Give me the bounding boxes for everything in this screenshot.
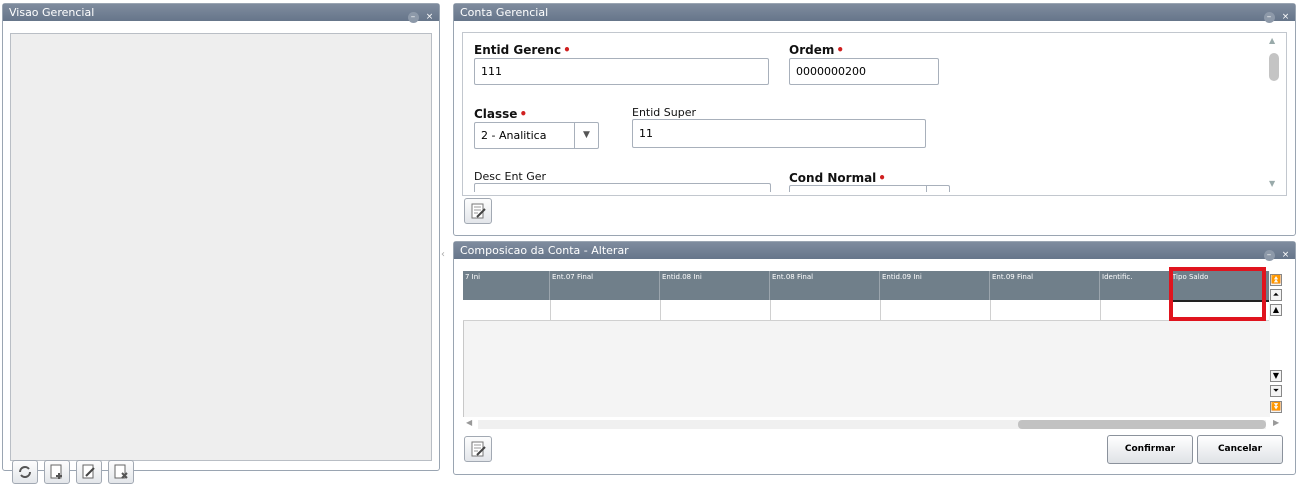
classe-select[interactable]: 2 - Analitica ▼ <box>474 122 599 149</box>
form-scrollbar-thumb[interactable] <box>1269 53 1279 81</box>
hscroll-left-icon[interactable]: ◀ <box>466 418 472 427</box>
chevron-down-icon[interactable]: ▼ <box>574 123 598 148</box>
visao-gerencial-tree-area[interactable] <box>10 33 432 461</box>
col-header-ent09-final[interactable]: Ent.09 Final <box>989 271 1099 300</box>
edit-doc-icon <box>82 464 95 479</box>
refresh-icon <box>19 466 31 478</box>
edit-form-button[interactable] <box>464 198 492 224</box>
col-header-entid09-ini[interactable]: Entid.09 Ini <box>879 271 989 300</box>
col-header-entid08-ini[interactable]: Entid.08 Ini <box>659 271 769 300</box>
ordem-label: Ordem • <box>789 43 845 57</box>
grid-header-row: 7 Ini Ent.07 Final Entid.08 Ini Ent.08 F… <box>463 271 1269 300</box>
visao-gerencial-panel: Visao Gerencial – × <box>2 3 440 471</box>
close-icon[interactable]: × <box>424 12 435 23</box>
grid-cell[interactable] <box>990 300 1100 321</box>
edit-doc-icon <box>471 441 486 457</box>
entid-gerenc-input[interactable]: 111 <box>474 58 769 85</box>
hscroll-right-icon[interactable]: ▶ <box>1273 418 1279 427</box>
delete-doc-icon <box>114 464 128 479</box>
cond-normal-label: Cond Normal • <box>789 171 886 185</box>
conta-gerencial-title: Conta Gerencial <box>460 6 549 19</box>
visao-gerencial-title: Visao Gerencial <box>9 6 95 19</box>
col-header-7-ini[interactable]: 7 Ini <box>463 271 549 300</box>
composicao-title: Composicao da Conta - Alterar <box>460 244 629 257</box>
cond-normal-select[interactable] <box>789 185 950 192</box>
col-header-ent08-final[interactable]: Ent.08 Final <box>769 271 879 300</box>
col-header-identific[interactable]: Identific. <box>1099 271 1169 300</box>
confirm-button[interactable]: Confirmar <box>1107 435 1193 464</box>
close-icon[interactable]: × <box>1280 250 1291 261</box>
minimize-icon[interactable]: – <box>407 12 419 23</box>
edit-doc-icon <box>471 203 486 219</box>
close-icon[interactable]: × <box>1280 12 1291 23</box>
grid-cell[interactable] <box>1100 300 1170 321</box>
scroll-up-icon[interactable]: ▲ <box>1270 304 1282 316</box>
delete-doc-button[interactable] <box>108 460 134 484</box>
hscrollbar-thumb[interactable] <box>1018 420 1266 429</box>
classe-label: Classe • <box>474 107 528 121</box>
grid-cell[interactable] <box>880 300 990 321</box>
classe-value: 2 - Analitica <box>481 129 547 142</box>
add-doc-button[interactable] <box>44 460 70 484</box>
splitter-arrow-icon[interactable]: ‹ <box>441 249 445 260</box>
add-doc-icon <box>50 464 62 479</box>
form-scroll-up-icon[interactable]: ▲ <box>1269 36 1275 45</box>
scroll-page-down-icon[interactable]: ⏷ <box>1270 385 1282 397</box>
entid-super-input[interactable]: 11 <box>632 119 926 148</box>
desc-ent-ger-label: Desc Ent Ger <box>474 170 547 183</box>
col-header-ent07-final[interactable]: Ent.07 Final <box>549 271 659 300</box>
refresh-button[interactable] <box>12 460 38 484</box>
grid-cell[interactable] <box>463 300 550 321</box>
form-scroll-down-icon[interactable]: ▼ <box>1269 179 1275 188</box>
desc-ent-ger-input[interactable] <box>474 183 771 192</box>
conta-gerencial-header: Conta Gerencial – × <box>454 4 1295 23</box>
scroll-bottom-icon[interactable]: ⏬ <box>1270 401 1282 413</box>
composicao-header: Composicao da Conta - Alterar – × <box>454 242 1295 261</box>
grid-cell[interactable] <box>660 300 770 321</box>
scroll-page-up-icon[interactable]: ⏶ <box>1270 289 1282 301</box>
entid-gerenc-label: Entid Gerenc • <box>474 43 571 57</box>
cancel-button[interactable]: Cancelar <box>1197 435 1283 464</box>
ordem-input[interactable]: 0000000200 <box>789 58 939 85</box>
edit-grid-button[interactable] <box>464 436 492 462</box>
edit-doc-button[interactable] <box>76 460 102 484</box>
minimize-icon[interactable]: – <box>1263 250 1275 261</box>
scroll-top-icon[interactable]: ⏫ <box>1270 274 1282 286</box>
grid-cell[interactable] <box>550 300 660 321</box>
entid-super-label: Entid Super <box>632 106 696 119</box>
visao-gerencial-header: Visao Gerencial – × <box>3 4 439 23</box>
scroll-down-icon[interactable]: ▼ <box>1270 370 1282 382</box>
highlight-box <box>1169 267 1266 321</box>
grid-cell[interactable] <box>770 300 880 321</box>
minimize-icon[interactable]: – <box>1263 12 1275 23</box>
